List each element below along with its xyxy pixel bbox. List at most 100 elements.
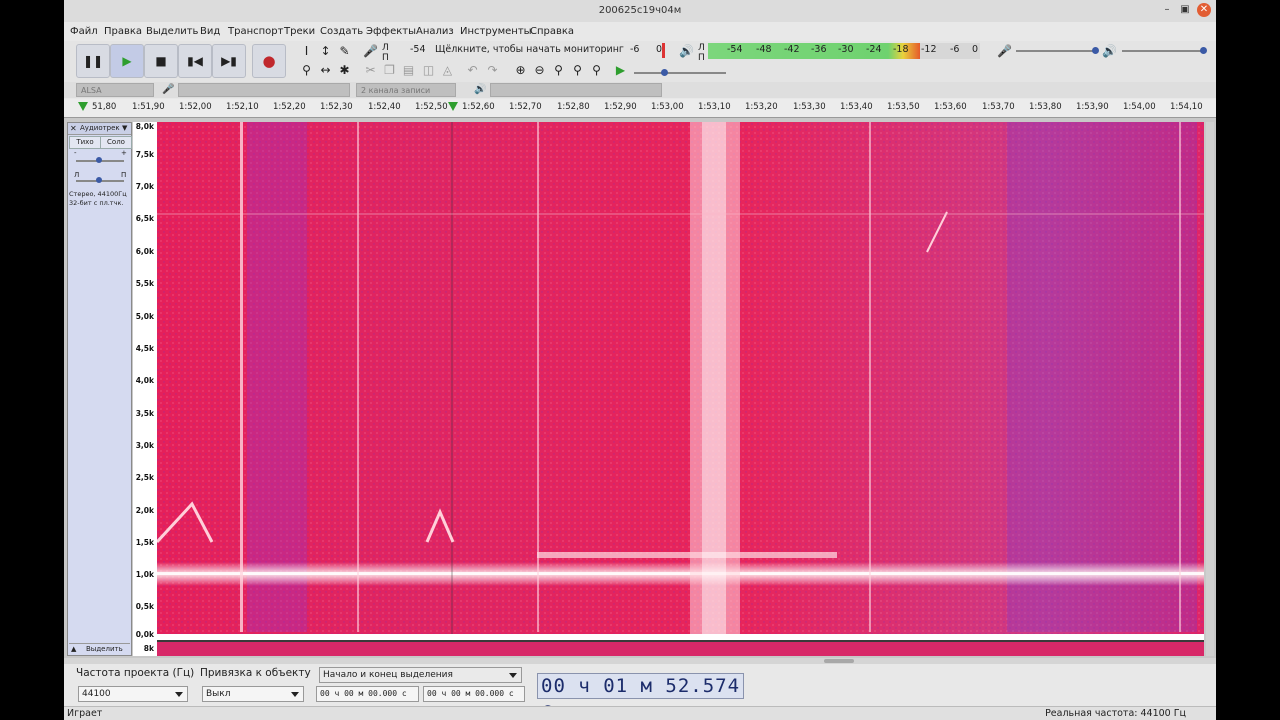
trim-icon[interactable]: ◫ [420, 62, 437, 79]
playback-device-select[interactable] [490, 83, 662, 97]
record-button[interactable]: ● [252, 44, 286, 78]
record-clip-indicator [662, 43, 665, 58]
selection-mode-select[interactable]: Начало и конец выделения [319, 667, 522, 683]
pan-right-label: П [121, 171, 127, 179]
status-bar: Играет Реальная частота: 44100 Гц [64, 706, 1216, 720]
spectrogram-click [357, 122, 359, 632]
spectrogram-line-1khz [157, 572, 1204, 575]
ruler-tick: 1:53,50 [887, 102, 920, 112]
menu-help[interactable]: Справка [530, 22, 574, 41]
selection-end-field[interactable]: 00 ч 00 м 00.000 с [423, 686, 525, 702]
zoom-in-icon[interactable]: ⊕ [512, 62, 529, 79]
play-button[interactable]: ▶ [110, 44, 144, 78]
undo-icon[interactable]: ↶ [464, 62, 481, 79]
spectrogram-view[interactable] [157, 122, 1204, 656]
cut-icon[interactable]: ✂ [362, 62, 379, 79]
menu-file[interactable]: Файл [70, 22, 98, 41]
audio-position-display[interactable]: 00 ч 01 м 52.574 с [537, 673, 744, 720]
chevron-down-icon [509, 673, 517, 678]
maximize-icon[interactable]: ▣ [1178, 3, 1192, 17]
ruler-tick: 1:52,30 [320, 102, 353, 112]
menu-tools[interactable]: Инструменты [460, 22, 532, 41]
audio-host-select[interactable]: ALSA [76, 83, 154, 97]
recording-device-select[interactable] [178, 83, 350, 97]
multi-tool-icon[interactable]: ✱ [336, 62, 353, 79]
skip-start-button[interactable]: ▮◀ [178, 44, 212, 78]
draw-tool-icon[interactable]: ✎ [336, 43, 353, 60]
menu-tracks[interactable]: Треки [284, 22, 315, 41]
timeline-ruler[interactable]: 51,80 1:51,90 1:52,00 1:52,10 1:52,20 1:… [64, 99, 1216, 118]
project-rate-select[interactable]: 44100 [78, 686, 188, 702]
redo-icon[interactable]: ↷ [484, 62, 501, 79]
zoom-out-icon[interactable]: ⊖ [531, 62, 548, 79]
output-volume-icon: 🔊 [1102, 44, 1117, 58]
output-volume-slider[interactable] [1122, 50, 1204, 52]
play-head-icon[interactable] [448, 102, 458, 111]
menu-select[interactable]: Выделить [146, 22, 198, 41]
collapse-track-icon[interactable]: ▲ [71, 644, 76, 655]
pan-slider-thumb[interactable] [96, 177, 102, 183]
spectrogram-click [869, 122, 871, 632]
select-track-button[interactable]: Выделить [86, 644, 123, 655]
play-at-speed-icon[interactable]: ▶ [612, 62, 629, 79]
track-format-info: Стерео, 44100Гц 32-бит с пл.тчк. [69, 190, 127, 208]
track-close-icon[interactable]: ✕ [70, 123, 77, 134]
input-volume-slider[interactable] [1016, 50, 1096, 52]
ruler-tick: 1:53,90 [1076, 102, 1109, 112]
selection-start-field[interactable]: 00 ч 00 м 00.000 с [316, 686, 419, 702]
frequency-ruler: 8,0k 7,5k 7,0k 6,5k 6,0k 5,5k 5,0k 4,5k … [133, 122, 158, 656]
play-meter-tick: 0 [972, 44, 979, 55]
menu-transport[interactable]: Транспорт [228, 22, 283, 41]
envelope-tool-icon[interactable]: ↕ [317, 43, 334, 60]
microphone-icon[interactable]: 🎤 [362, 43, 379, 60]
menu-generate[interactable]: Создать [320, 22, 363, 41]
pause-button[interactable]: ❚❚ [76, 44, 110, 78]
freq-tick: 8,0k [135, 122, 154, 131]
gain-slider-thumb[interactable] [96, 157, 102, 163]
freq-tick: 7,5k [135, 150, 154, 159]
menu-effects[interactable]: Эффекты [366, 22, 416, 41]
play-region-start-icon[interactable] [78, 102, 88, 111]
skip-end-button[interactable]: ▶▮ [212, 44, 246, 78]
track-panel: ✕ Аудиотрек ▼ Тихо Соло - + Л П Стерео, … [64, 118, 1216, 658]
menu-view[interactable]: Вид [200, 22, 220, 41]
play-speed-thumb[interactable] [661, 69, 668, 76]
freq-tick: 4,5k [135, 344, 154, 353]
track-menu-chevron-icon[interactable]: ▼ [122, 123, 127, 134]
snap-to-select[interactable]: Выкл [202, 686, 304, 702]
menu-edit[interactable]: Правка [104, 22, 142, 41]
menu-analyze[interactable]: Анализ [416, 22, 454, 41]
ruler-tick: 1:52,40 [368, 102, 401, 112]
zoom-toggle-icon[interactable]: ⚲ [588, 62, 605, 79]
ruler-tick: 1:53,10 [698, 102, 731, 112]
silence-icon[interactable]: ◬ [439, 62, 456, 79]
selection-start-value: 00 ч 00 м 00.000 с [320, 689, 407, 698]
close-icon[interactable]: ✕ [1197, 3, 1211, 17]
freq-tick: 2,0k [135, 506, 154, 515]
vertical-scrollbar[interactable] [1206, 122, 1214, 656]
copy-icon[interactable]: ❐ [381, 62, 398, 79]
horizontal-scroll-thumb[interactable] [824, 659, 854, 663]
input-volume-thumb[interactable] [1092, 47, 1099, 54]
track-name[interactable]: Аудиотрек [80, 123, 120, 134]
timeshift-tool-icon[interactable]: ↔ [317, 62, 334, 79]
mute-button[interactable]: Тихо [69, 136, 101, 149]
output-volume-thumb[interactable] [1200, 47, 1207, 54]
selection-tool-icon[interactable]: I [298, 43, 315, 60]
track-select-bar[interactable]: ▲ Выделить [69, 643, 130, 655]
channel-divider [157, 640, 1204, 642]
paste-icon[interactable]: ▤ [400, 62, 417, 79]
freq-tick: 0,5k [135, 602, 154, 611]
fit-project-icon[interactable]: ⚲ [569, 62, 586, 79]
ruler-tick: 1:52,50 [415, 102, 448, 112]
play-speed-slider[interactable] [634, 72, 726, 74]
solo-button[interactable]: Соло [100, 136, 132, 149]
zoom-tool-icon[interactable]: ⚲ [298, 62, 315, 79]
monitor-prompt[interactable]: Щёлкните, чтобы начать мониторинг [435, 44, 624, 56]
minimize-icon[interactable]: – [1160, 3, 1174, 17]
speaker-icon[interactable]: 🔊 [678, 43, 695, 60]
stop-button[interactable]: ■ [144, 44, 178, 78]
snap-to-value: Выкл [206, 689, 231, 699]
fit-selection-icon[interactable]: ⚲ [550, 62, 567, 79]
recording-channels-select[interactable]: 2 канала записи (стерео) [356, 83, 456, 109]
